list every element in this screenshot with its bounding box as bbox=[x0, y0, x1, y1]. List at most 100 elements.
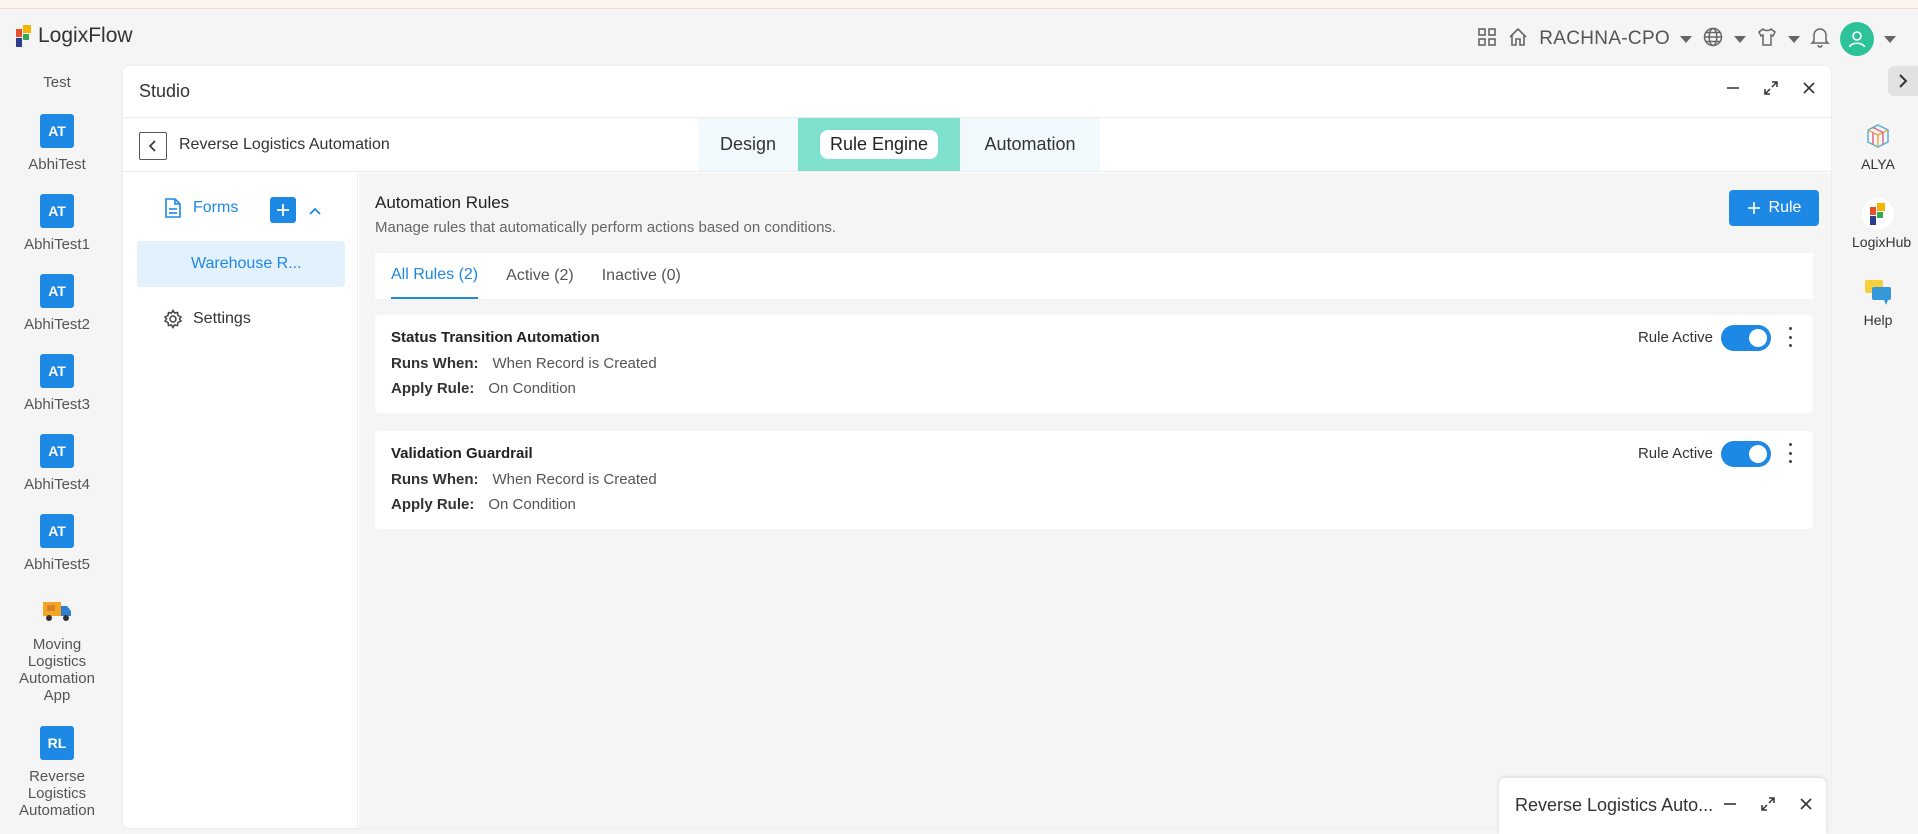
tab-automation[interactable]: Automation bbox=[960, 118, 1100, 171]
apps-grid-icon[interactable] bbox=[1477, 27, 1497, 52]
rule-active-label: Rule Active bbox=[1637, 445, 1713, 462]
rule-active-toggle[interactable] bbox=[1721, 441, 1771, 467]
rail-item-label: AbhiTest5 bbox=[24, 556, 90, 573]
rail-item-abhitest2[interactable]: AT AbhiTest2 bbox=[0, 274, 114, 333]
rail-item-abhitest5[interactable]: AT AbhiTest5 bbox=[0, 514, 114, 573]
app-icon: AT bbox=[40, 354, 74, 388]
rail-item-label: AbhiTest bbox=[28, 156, 86, 173]
rail-item-label: AbhiTest3 bbox=[24, 396, 90, 413]
add-form-button[interactable] bbox=[270, 197, 296, 223]
studio-window: Studio Reverse Logistics Automation Desi… bbox=[123, 66, 1831, 828]
chevron-left-icon bbox=[148, 140, 156, 152]
rule-filter-tabs: All Rules (2) Active (2) Inactive (0) bbox=[375, 253, 1813, 299]
app-name: Reverse Logistics Automation bbox=[179, 136, 390, 153]
close-icon[interactable] bbox=[1801, 80, 1817, 96]
rail-item-abhitest1[interactable]: AT AbhiTest1 bbox=[0, 194, 114, 253]
tab-rule-engine[interactable]: Rule Engine bbox=[798, 118, 960, 171]
collapse-forms-button[interactable] bbox=[309, 203, 321, 221]
rail-item-label: Moving Logistics Automation App bbox=[19, 636, 95, 704]
top-strip bbox=[0, 0, 1918, 9]
org-dropdown-icon[interactable] bbox=[1680, 35, 1692, 43]
app-icon: AT bbox=[40, 194, 74, 228]
app-icon: AT bbox=[40, 114, 74, 148]
minimized-window[interactable]: Reverse Logistics Auto... bbox=[1499, 778, 1826, 834]
language-dropdown-icon[interactable] bbox=[1734, 35, 1746, 43]
tab-label: Design bbox=[719, 134, 777, 154]
filter-inactive[interactable]: Inactive (0) bbox=[602, 253, 681, 299]
rule-runs-when: Runs When: When Record is Created bbox=[391, 471, 657, 488]
runs-when-label: Runs When: bbox=[391, 355, 479, 372]
rail-item-abhitest4[interactable]: AT AbhiTest4 bbox=[0, 434, 114, 493]
bell-icon[interactable] bbox=[1810, 26, 1830, 53]
expand-panel-button[interactable] bbox=[1888, 66, 1918, 96]
forms-header[interactable]: Forms bbox=[163, 197, 238, 219]
runs-when-value: When Record is Created bbox=[492, 355, 657, 372]
plus-icon bbox=[1747, 202, 1760, 214]
app-icon: AT bbox=[40, 274, 74, 308]
globe-icon[interactable] bbox=[1702, 26, 1724, 53]
rail-item-reverse-logistics[interactable]: RL Reverse Logistics Automation bbox=[0, 726, 114, 819]
brand-logo[interactable]: LogixFlow bbox=[16, 24, 133, 48]
plus-icon bbox=[277, 204, 289, 216]
chevron-up-icon bbox=[309, 207, 321, 215]
brand-name: LogixFlow bbox=[38, 24, 133, 47]
filter-active[interactable]: Active (2) bbox=[506, 253, 574, 299]
more-options-icon[interactable] bbox=[1787, 327, 1793, 347]
rail-item-alya[interactable]: ALYA bbox=[1852, 120, 1904, 172]
minimized-window-controls bbox=[1722, 796, 1814, 812]
runs-when-label: Runs When: bbox=[391, 471, 479, 488]
home-icon[interactable] bbox=[1507, 26, 1529, 53]
rule-active-toggle[interactable] bbox=[1721, 325, 1771, 351]
assistant-rail: ALYA LogixHub Help bbox=[1838, 66, 1918, 834]
filter-all-rules[interactable]: All Rules (2) bbox=[391, 253, 479, 299]
rule-name: Validation Guardrail bbox=[391, 445, 533, 462]
rule-card[interactable]: Validation Guardrail Runs When: When Reco… bbox=[375, 431, 1813, 529]
window-controls bbox=[1725, 80, 1817, 96]
document-icon bbox=[165, 198, 181, 218]
forms-panel: Forms Warehouse R... Settings bbox=[123, 173, 358, 828]
rail-item-abhitest[interactable]: AT AbhiTest bbox=[0, 114, 114, 173]
app-rail: Test AT AbhiTest AT AbhiTest1 AT AbhiTes… bbox=[0, 66, 114, 834]
tab-design[interactable]: Design bbox=[698, 118, 798, 171]
rail-item-moving-logistics[interactable]: Moving Logistics Automation App bbox=[0, 594, 114, 704]
studio-subheader: Reverse Logistics Automation Design Rule… bbox=[123, 118, 1831, 172]
chevron-right-icon bbox=[1899, 74, 1908, 88]
shirt-icon[interactable] bbox=[1756, 26, 1778, 53]
maximize-icon[interactable] bbox=[1763, 80, 1779, 96]
app-icon: AT bbox=[40, 514, 74, 548]
form-item-warehouse[interactable]: Warehouse R... bbox=[137, 241, 345, 287]
rail-item-logixhub[interactable]: LogixHub bbox=[1852, 198, 1911, 250]
rules-description: Manage rules that automatically perform … bbox=[375, 219, 837, 236]
gear-icon bbox=[163, 309, 183, 329]
settings-item[interactable]: Settings bbox=[163, 309, 251, 329]
runs-when-value: When Record is Created bbox=[492, 471, 657, 488]
user-avatar-icon[interactable] bbox=[1840, 22, 1874, 56]
top-bar: LogixFlow RACHNA-CPO bbox=[0, 10, 1918, 66]
rule-runs-when: Runs When: When Record is Created bbox=[391, 355, 657, 372]
rule-name: Status Transition Automation bbox=[391, 329, 600, 346]
more-options-icon[interactable] bbox=[1787, 443, 1793, 463]
back-button[interactable] bbox=[139, 132, 167, 160]
app-icon: RL bbox=[40, 726, 74, 760]
theme-dropdown-icon[interactable] bbox=[1788, 35, 1800, 43]
studio-title: Studio bbox=[139, 81, 191, 101]
org-name[interactable]: RACHNA-CPO bbox=[1539, 28, 1670, 50]
minimize-icon[interactable] bbox=[1722, 796, 1738, 812]
add-rule-button[interactable]: Rule bbox=[1729, 190, 1819, 226]
rail-item-help[interactable]: Help bbox=[1852, 276, 1904, 328]
rail-item-test[interactable]: Test bbox=[0, 66, 114, 91]
rail-item-label: AbhiTest2 bbox=[24, 316, 90, 333]
rule-card[interactable]: Status Transition Automation Runs When: W… bbox=[375, 315, 1813, 413]
close-icon[interactable] bbox=[1798, 796, 1814, 812]
alya-icon bbox=[1862, 120, 1894, 152]
apply-rule-value: On Condition bbox=[488, 380, 576, 397]
app-icon: AT bbox=[40, 434, 74, 468]
rules-area: Automation Rules Manage rules that autom… bbox=[359, 173, 1831, 828]
maximize-icon[interactable] bbox=[1760, 796, 1776, 812]
user-dropdown-icon[interactable] bbox=[1884, 35, 1896, 43]
settings-label: Settings bbox=[193, 310, 251, 327]
add-rule-label: Rule bbox=[1768, 199, 1802, 216]
minimize-icon[interactable] bbox=[1725, 80, 1741, 96]
rail-item-abhitest3[interactable]: AT AbhiTest3 bbox=[0, 354, 114, 413]
rail-item-label: Test bbox=[43, 74, 71, 91]
